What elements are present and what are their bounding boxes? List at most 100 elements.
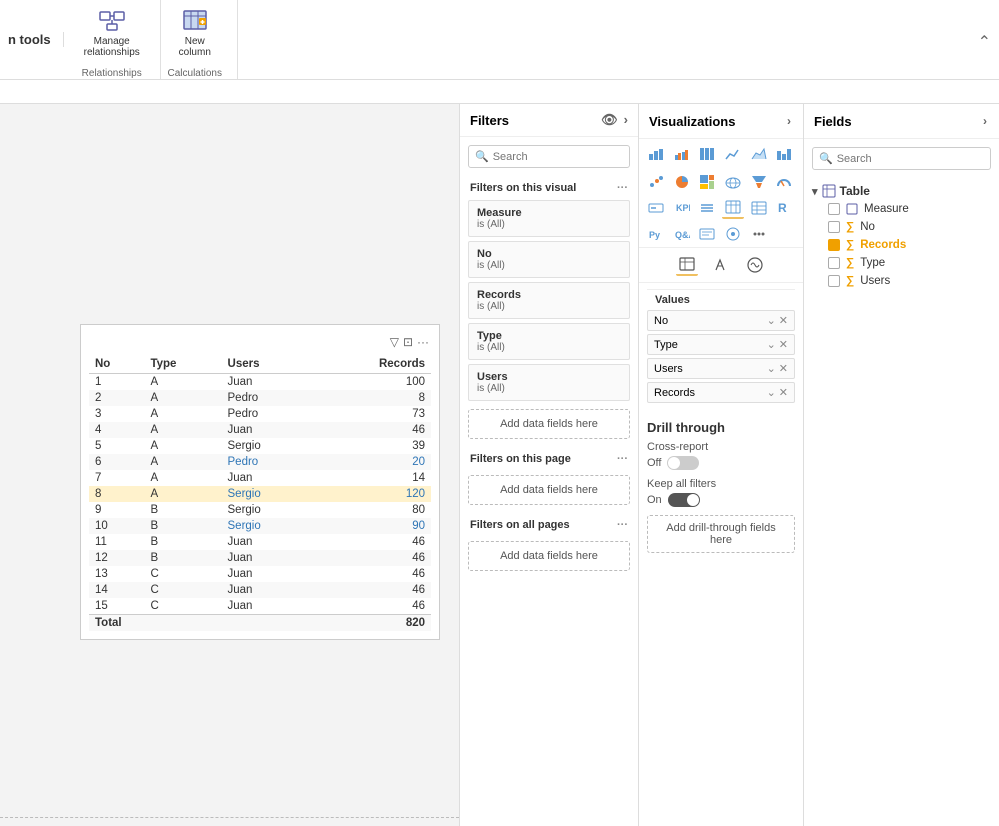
table-row: 46	[313, 550, 431, 566]
col-users: Users	[222, 355, 314, 374]
more-options-icon[interactable]: ···	[417, 335, 429, 349]
value-remove-icon[interactable]: ✕	[779, 362, 788, 375]
table-row: 14	[313, 470, 431, 486]
filters-title: Filters	[470, 113, 509, 128]
viz-area[interactable]	[748, 143, 770, 165]
value-row-val-type: Type ⌄✕	[647, 334, 795, 355]
field-item-type[interactable]: ∑ Type	[812, 254, 991, 272]
value-label: Type	[654, 339, 678, 351]
filter-card-users[interactable]: Usersis (All)	[468, 364, 630, 401]
keep-filters-toggle-knob	[687, 494, 699, 506]
field-item-label: Type	[860, 257, 885, 269]
table-row: 100	[313, 374, 431, 391]
filters-search-box[interactable]: 🔍	[468, 145, 630, 168]
viz-qna[interactable]: Q&A	[671, 223, 693, 245]
filters-search-input[interactable]	[493, 151, 623, 163]
viz-kpi[interactable]: KPI	[671, 197, 693, 219]
viz-pie[interactable]	[671, 171, 693, 193]
visual-filters-dots[interactable]: ···	[617, 182, 628, 194]
viz-panel-header: Visualizations ›	[639, 104, 803, 139]
viz-stacked-bar[interactable]	[645, 143, 667, 165]
all-pages-filters-dots[interactable]: ···	[617, 519, 628, 531]
filters-expand-icon[interactable]: ›	[624, 112, 628, 128]
field-item-no[interactable]: ∑ No	[812, 218, 991, 236]
cross-report-toggle[interactable]	[667, 456, 699, 470]
value-chevron-icon[interactable]: ⌄	[767, 314, 776, 327]
filters-visibility-icon[interactable]: 👁	[601, 112, 618, 128]
sigma-icon: ∑	[846, 275, 854, 287]
field-item-label: Users	[860, 275, 890, 287]
add-drill-fields-button[interactable]: Add drill-through fields here	[647, 515, 795, 553]
value-row-val-records: Records⌄✕	[647, 382, 795, 403]
filter-card-measure[interactable]: Measureis (All)	[468, 200, 630, 237]
filter-card-type[interactable]: Typeis (All)	[468, 323, 630, 360]
viz-funnel[interactable]	[748, 171, 770, 193]
viz-column[interactable]	[773, 143, 795, 165]
page-filters-dots[interactable]: ···	[617, 453, 628, 465]
add-all-pages-fields-button[interactable]: Add data fields here	[468, 541, 630, 571]
viz-arcgis[interactable]	[722, 223, 744, 245]
focus-icon[interactable]: ⊡	[403, 335, 413, 349]
viz-r-visual[interactable]: R	[773, 197, 795, 219]
viz-matrix[interactable]	[748, 197, 770, 219]
svg-text:Py: Py	[649, 230, 660, 240]
viz-smartnarrative[interactable]	[696, 223, 718, 245]
viz-more[interactable]	[748, 223, 770, 245]
build-visual-format-icon[interactable]	[710, 254, 732, 276]
viz-slicer[interactable]	[696, 197, 718, 219]
table-row: 20	[313, 454, 431, 470]
field-checkbox[interactable]	[828, 203, 840, 215]
viz-line[interactable]	[722, 143, 744, 165]
field-checkbox[interactable]	[828, 257, 840, 269]
filter-card-records[interactable]: Recordsis (All)	[468, 282, 630, 319]
viz-scatter[interactable]	[645, 171, 667, 193]
collapse-ribbon-button[interactable]: ⌃	[978, 32, 991, 52]
field-item-records[interactable]: ∑ Records	[812, 236, 991, 254]
toolbar: n tools Managerelationships Relationship…	[0, 0, 999, 80]
viz-treemap[interactable]	[696, 171, 718, 193]
table-row: Juan	[222, 374, 314, 391]
viz-map[interactable]	[722, 171, 744, 193]
relationships-group: Managerelationships Relationships	[76, 0, 161, 79]
add-page-fields-button[interactable]: Add data fields here	[468, 475, 630, 505]
filter-card-no[interactable]: Nois (All)	[468, 241, 630, 278]
field-checkbox[interactable]	[828, 221, 840, 233]
fields-search-input[interactable]	[837, 153, 984, 165]
new-column-button[interactable]: Newcolumn	[165, 0, 225, 62]
viz-card[interactable]	[645, 197, 667, 219]
build-visual-analytics-icon[interactable]	[744, 254, 766, 276]
keep-filters-on-label: On	[647, 494, 662, 506]
viz-panel-expand-icon[interactable]: ›	[785, 112, 793, 130]
filter-name: Measure	[477, 207, 621, 219]
keep-filters-toggle[interactable]	[668, 493, 700, 507]
table-row: 46	[313, 582, 431, 598]
field-checkbox[interactable]	[828, 239, 840, 251]
value-chevron-icon[interactable]: ⌄	[767, 338, 776, 351]
build-visual-fields-icon[interactable]	[676, 254, 698, 276]
filter-icon[interactable]: ▽	[390, 335, 399, 349]
field-checkbox[interactable]	[828, 275, 840, 287]
viz-gauge[interactable]	[773, 171, 795, 193]
table-row: 4	[89, 422, 144, 438]
field-group-header-table[interactable]: ▾ Table	[812, 182, 991, 200]
viz-python[interactable]: Py	[645, 223, 667, 245]
field-item-label: No	[860, 221, 875, 233]
field-item-users[interactable]: ∑ Users	[812, 272, 991, 290]
viz-100-stacked[interactable]	[696, 143, 718, 165]
fields-panel-expand-icon[interactable]: ›	[981, 112, 989, 130]
manage-relationships-button[interactable]: Managerelationships	[76, 0, 148, 62]
fields-search-box[interactable]: 🔍	[812, 147, 991, 170]
value-chevron-icon[interactable]: ⌄	[767, 362, 776, 375]
viz-table[interactable]	[722, 197, 744, 219]
add-visual-fields-button[interactable]: Add data fields here	[468, 409, 630, 439]
value-chevron-icon[interactable]: ⌄	[767, 386, 776, 399]
keep-filters-label: Keep all filters	[647, 478, 795, 490]
table-total-label: Total	[89, 615, 313, 632]
filter-value: is (All)	[477, 342, 621, 353]
value-remove-icon[interactable]: ✕	[779, 338, 788, 351]
calculations-group: Newcolumn Calculations	[165, 0, 238, 79]
field-item-measure[interactable]: Measure	[812, 200, 991, 218]
value-remove-icon[interactable]: ✕	[779, 314, 788, 327]
value-remove-icon[interactable]: ✕	[779, 386, 788, 399]
viz-clustered-bar[interactable]	[671, 143, 693, 165]
